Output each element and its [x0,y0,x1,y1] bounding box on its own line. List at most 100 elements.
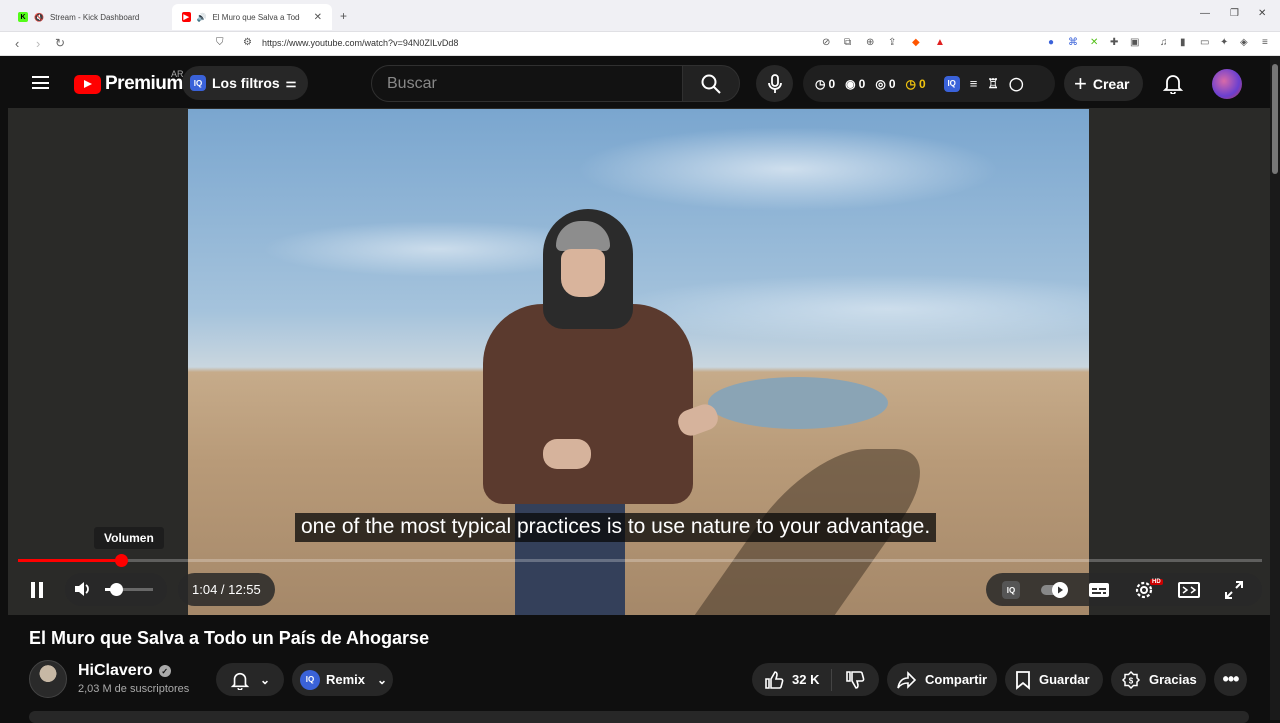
minimize-window-button[interactable]: — [1200,8,1210,19]
reload-icon[interactable]: ↻ [55,36,65,50]
bell-icon [1162,75,1184,95]
tidal-pool [708,377,888,429]
volume-knob[interactable] [109,583,123,596]
pause-icon [31,582,35,598]
account-avatar[interactable] [1212,69,1242,99]
volume-button[interactable] [73,579,93,604]
back-arrow-icon[interactable]: ‹ [15,36,19,51]
volume-slider[interactable] [105,583,153,596]
chat-bubble-icon[interactable]: ◯ [1009,76,1024,92]
save-button[interactable]: Guardar [1005,663,1103,696]
stat-views[interactable]: ◉ 0 [845,77,865,91]
menu-icon[interactable]: ≡ [1262,37,1268,48]
media-controls-icon[interactable]: ♫ [1160,37,1168,48]
kick-extension-icon[interactable]: ✕ [1090,37,1098,48]
new-tab-button[interactable]: + [340,9,347,23]
more-actions-button[interactable]: ••• [1214,663,1247,696]
speaker-muted-icon: 🔇 [34,12,44,22]
pause-button[interactable] [22,575,52,605]
hamburger-menu-icon[interactable] [32,76,49,89]
brave-rewards-icon[interactable]: ▲ [935,37,945,48]
stat-clock[interactable]: ◷ 0 [815,77,835,91]
thanks-label: Gracias [1149,672,1197,687]
extension-stats-bar: ◷ 0 ◉ 0 ◎ 0 ◷ 0 IQ ≡ ♖ ◯ [803,65,1055,102]
share-label: Compartir [925,672,988,687]
svg-text:$: $ [1129,676,1134,685]
progress-bar[interactable] [18,554,1262,567]
youtube-play-icon [74,74,101,94]
sliders-icon: ⚌ [285,76,297,90]
iq-player-icon: IQ [1002,581,1020,599]
search-button[interactable] [682,65,740,102]
like-button[interactable]: 32 K [752,668,832,691]
notifications-button[interactable] [1162,72,1184,99]
browser-tab-youtube[interactable]: ▶ 🔊 El Muro que Salva a Todo un ✕ [172,4,332,30]
share-arrow-icon [897,670,917,689]
restore-window-button[interactable]: ❐ [1230,8,1239,19]
stat-timer[interactable]: ◷ 0 [906,77,926,91]
open-in-app-icon[interactable]: ⧉ [844,37,851,48]
iq-remix-icon: IQ [300,669,320,690]
share-button[interactable]: Compartir [887,663,997,696]
subtitles-button[interactable] [1087,578,1111,602]
kick-favicon-icon: K [18,12,28,22]
create-button[interactable]: + Crear [1064,66,1144,101]
presenter [483,209,733,615]
channel-avatar[interactable] [29,660,67,698]
sidebar-icon[interactable]: ▮ [1180,37,1186,48]
remix-button[interactable]: IQ Remix ⌄ [292,663,393,696]
iq-player-button[interactable]: IQ [999,578,1023,602]
chevron-down-icon: ⌄ [259,672,271,687]
speaker-icon [75,582,89,596]
subscribe-notifications-button[interactable]: ⌄ [216,663,284,696]
queue-list-icon[interactable]: ≡ [970,76,978,91]
zoom-icon[interactable]: ⊕ [866,37,874,48]
browser-tab-kick[interactable]: K 🔇 Stream - Kick Dashboard [8,4,149,30]
forward-arrow-icon[interactable]: › [36,36,40,51]
speaker-icon: 🔊 [196,12,207,22]
tracking-off-icon[interactable]: ⊘ [822,37,830,48]
filters-button[interactable]: IQ Los filtros ⚌ [182,66,309,100]
caption-text: one of the most typical practices is to … [295,513,937,542]
wallet-icon[interactable]: ▭ [1200,37,1209,48]
extensions-puzzle-icon[interactable]: ✚ [1110,37,1118,48]
plus-icon: + [1074,70,1087,96]
fullscreen-icon [1225,581,1243,599]
dislike-button[interactable] [832,670,878,690]
url-field[interactable]: https://www.youtube.com/watch?v=94N0ZILv… [262,38,458,48]
vpn-icon[interactable]: ◈ [1240,37,1248,48]
leo-ai-icon[interactable]: ✦ [1220,37,1228,48]
bookmark-icon[interactable]: ⛉ [216,37,224,48]
extension-blue-icon[interactable]: ● [1048,37,1054,48]
progress-scrubber[interactable] [115,554,128,567]
site-info-icon[interactable]: ⚙ [243,37,252,48]
autoplay-toggle-icon [1041,582,1068,598]
super-thanks-icon: $ [1121,670,1141,689]
save-label: Guardar [1039,672,1090,687]
close-window-button[interactable]: ✕ [1258,8,1266,19]
like-dislike-group: 32 K [752,663,879,696]
progress-played [18,559,121,562]
subtitles-icon [1089,583,1109,597]
theater-mode-button[interactable] [1176,578,1202,602]
screenshot-icon[interactable]: ▣ [1130,37,1139,48]
scrollbar[interactable] [1270,56,1280,720]
close-tab-icon[interactable]: ✕ [314,12,322,23]
search-input[interactable]: Buscar [371,65,683,102]
channel-name[interactable]: HiClavero ✓ [78,662,171,680]
fullscreen-button[interactable] [1221,578,1247,602]
thanks-button[interactable]: $ Gracias [1111,663,1206,696]
voice-search-button[interactable] [756,65,793,102]
translate-extension-icon[interactable]: ⌘ [1068,37,1078,48]
share-page-icon[interactable]: ⇪ [888,37,896,48]
iq-extension-icon[interactable]: IQ [943,75,960,92]
stat-watched[interactable]: ◎ 0 [875,77,895,91]
youtube-premium-logo[interactable]: Premium AR [74,69,184,95]
brave-shield-icon[interactable]: ◆ [912,37,920,48]
autoplay-toggle[interactable] [1040,578,1070,602]
trophy-icon[interactable]: ♖ [987,76,999,92]
scrollbar-thumb[interactable] [1272,64,1278,174]
description-box[interactable] [29,711,1249,723]
video-title: El Muro que Salva a Todo un País de Ahog… [29,628,430,648]
like-count: 32 K [792,672,820,687]
